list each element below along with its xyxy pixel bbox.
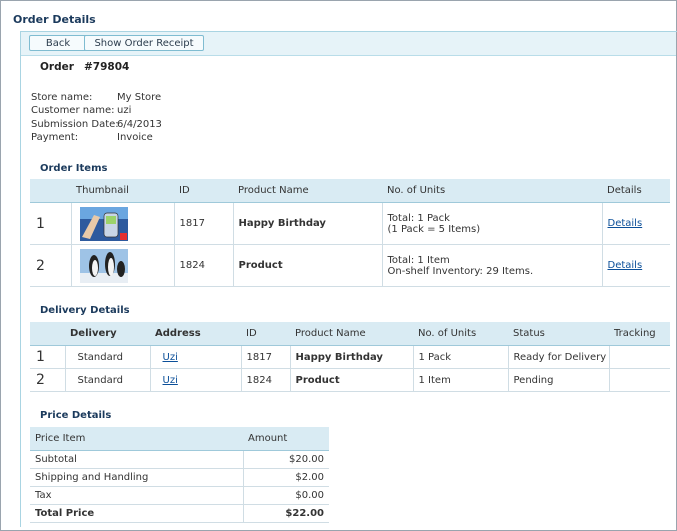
delivery-id: 1824 <box>241 368 291 392</box>
item-details-link[interactable]: Details <box>608 218 643 229</box>
order-number: #79804 <box>84 61 130 73</box>
col-price-item: Price Item <box>30 427 243 451</box>
thumbnail-cell <box>71 202 175 245</box>
item-units-total: Total: 1 Pack <box>387 212 450 224</box>
penguins-thumbnail[interactable] <box>79 248 128 283</box>
payment-value: Invoice <box>117 132 153 143</box>
submission-date-value: 6/4/2013 <box>117 119 162 130</box>
table-row: Shipping and Handling $2.00 <box>30 468 329 487</box>
table-row: 2 Standard Uzi 1824 Product 1 Item Pendi… <box>30 368 670 392</box>
row-index: 2 <box>30 368 66 392</box>
price-item-label: Tax <box>30 486 244 505</box>
col-address: Address <box>150 322 241 346</box>
customer-name-value: uzi <box>117 105 132 116</box>
item-units: Total: 1 Pack (1 Pack = 5 Items) <box>382 202 603 245</box>
item-id: 1824 <box>174 244 234 287</box>
item-units-total: Total: 1 Item <box>387 254 450 266</box>
item-product-name: Happy Birthday <box>233 202 383 245</box>
price-item-amount: $20.00 <box>243 450 329 469</box>
row-index: 1 <box>30 345 66 369</box>
col-units: No. of Units <box>382 179 602 203</box>
col-status: Status <box>508 322 609 346</box>
item-details-link[interactable]: Details <box>608 260 643 271</box>
delivery-method: Standard <box>65 368 151 392</box>
delivery-product-name: Product <box>290 368 414 392</box>
col-units: No. of Units <box>413 322 508 346</box>
delivery-status: Pending <box>508 368 610 392</box>
back-button[interactable]: Back <box>29 35 87 51</box>
row-index: 2 <box>30 244 72 287</box>
address-link[interactable]: Uzi <box>163 352 178 363</box>
total-amount: $22.00 <box>243 504 329 523</box>
table-row: 1 1817 Happy Birthday Total: 1 Pack (1 P… <box>30 202 670 245</box>
price-table: Price Item Amount Subtotal $20.00 Shippi… <box>30 427 329 523</box>
col-tracking: Tracking <box>609 322 670 346</box>
item-units-note: On-shelf Inventory: 29 Items. <box>387 265 534 277</box>
submission-date-label: Submission Date: <box>31 119 119 130</box>
col-product-name: Product Name <box>290 322 413 346</box>
order-items-title: Order Items <box>40 163 108 174</box>
order-items-table: Thumbnail ID Product Name No. of Units D… <box>30 179 670 287</box>
item-id: 1817 <box>174 202 234 245</box>
delivery-details-title: Delivery Details <box>40 305 130 316</box>
col-id: ID <box>174 179 233 203</box>
page-title: Order Details <box>13 13 96 26</box>
table-row: Subtotal $20.00 <box>30 450 329 469</box>
price-item-amount: $0.00 <box>243 486 329 505</box>
col-amount: Amount <box>243 427 329 451</box>
delivery-units: 1 Pack <box>413 345 509 369</box>
delivery-status: Ready for Delivery <box>508 345 610 369</box>
col-thumbnail: Thumbnail <box>71 179 174 203</box>
order-label: Order <box>40 61 74 73</box>
address-link[interactable]: Uzi <box>163 375 178 386</box>
delivery-tracking <box>609 345 670 369</box>
price-details-title: Price Details <box>40 410 112 421</box>
total-label: Total Price <box>30 504 244 523</box>
price-item-label: Shipping and Handling <box>30 468 244 487</box>
customer-name-label: Customer name: <box>31 105 115 116</box>
price-item-amount: $2.00 <box>243 468 329 487</box>
item-units: Total: 1 Item On-shelf Inventory: 29 Ite… <box>382 244 603 287</box>
item-product-name: Product <box>233 244 383 287</box>
phone-ad-thumbnail[interactable] <box>79 206 128 241</box>
delivery-method: Standard <box>65 345 151 369</box>
col-details: Details <box>602 179 670 203</box>
delivery-tracking <box>609 368 670 392</box>
col-id: ID <box>241 322 290 346</box>
delivery-units: 1 Item <box>413 368 509 392</box>
payment-label: Payment: <box>31 132 79 143</box>
delivery-product-name: Happy Birthday <box>290 345 414 369</box>
delivery-id: 1817 <box>241 345 291 369</box>
table-row: 1 Standard Uzi 1817 Happy Birthday 1 Pac… <box>30 345 670 369</box>
item-units-note: (1 Pack = 5 Items) <box>387 223 481 235</box>
delivery-table: Delivery Address ID Product Name No. of … <box>30 322 670 392</box>
row-index: 1 <box>30 202 72 245</box>
col-product-name: Product Name <box>233 179 382 203</box>
thumbnail-cell <box>71 244 175 287</box>
toolbar: Back Show Order Receipt <box>21 32 676 56</box>
price-item-label: Subtotal <box>30 450 244 469</box>
table-row: 2 1824 Product Total: 1 Item On-shelf In… <box>30 244 670 287</box>
store-name-label: Store name: <box>31 92 93 103</box>
table-row: Tax $0.00 <box>30 486 329 505</box>
col-delivery: Delivery <box>65 322 150 346</box>
total-row: Total Price $22.00 <box>30 504 329 523</box>
store-name-value: My Store <box>117 92 162 103</box>
show-order-receipt-button[interactable]: Show Order Receipt <box>84 35 204 51</box>
